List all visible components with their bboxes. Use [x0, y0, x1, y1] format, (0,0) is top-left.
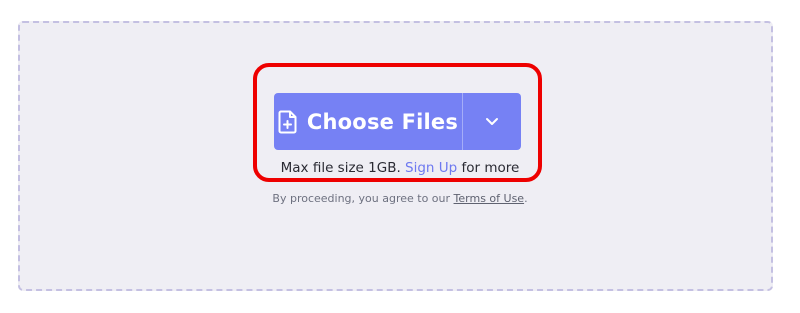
file-plus-icon [278, 110, 298, 134]
terms-of-use-link[interactable]: Terms of Use [454, 192, 525, 205]
max-file-size-note: Max file size 1GB. Sign Up for more [0, 160, 800, 176]
terms-suffix: . [524, 192, 528, 205]
choose-files-button-group: Choose Files [274, 93, 521, 150]
choose-files-label: Choose Files [306, 109, 459, 134]
terms-prefix: By proceeding, you agree to our [272, 192, 451, 205]
upload-options-dropdown[interactable] [463, 93, 521, 150]
terms-notice: By proceeding, you agree to our Terms of… [0, 192, 800, 205]
max-size-suffix: for more [461, 160, 520, 176]
choose-files-button[interactable]: Choose Files [274, 93, 463, 150]
sign-up-link[interactable]: Sign Up [405, 160, 457, 176]
max-size-text: Max file size 1GB. [280, 160, 401, 176]
chevron-down-icon [485, 113, 499, 131]
